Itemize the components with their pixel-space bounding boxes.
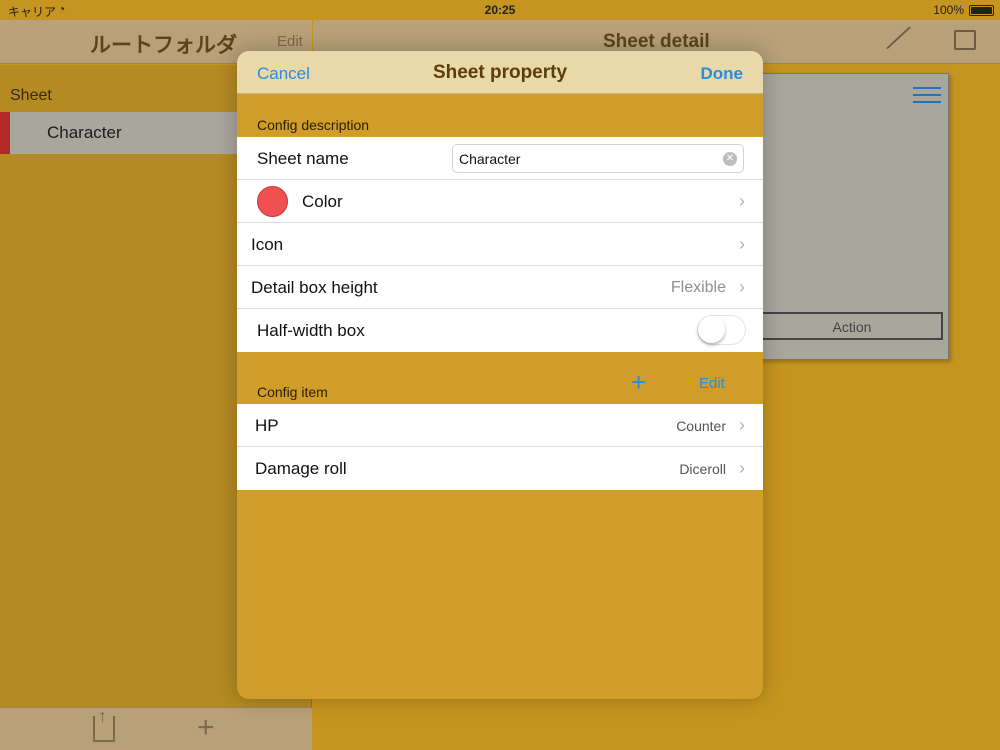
chevron-right-icon: › (739, 415, 745, 435)
done-button[interactable]: Done (701, 64, 744, 84)
status-bar: キャリア ◔ 20:25 100% (0, 0, 1000, 20)
folder-title: ルートフォルダ (90, 34, 237, 57)
sheet-section-header: Sheet (10, 87, 52, 104)
chevron-right-icon: › (739, 277, 745, 297)
detail-box-height-label: Detail box height (251, 278, 378, 297)
add-icon[interactable]: + (197, 711, 215, 745)
config-item-type: Counter (676, 418, 726, 434)
config-item-row[interactable]: Damage roll Diceroll › (237, 447, 763, 490)
left-edit-button[interactable]: Edit (277, 33, 303, 50)
sheet-name-label: Sheet name (257, 149, 349, 168)
config-description-group: Sheet name ✕ Color › Icon › Detail box h… (237, 137, 763, 352)
battery-icon (969, 5, 994, 16)
icon-label: Icon (251, 235, 284, 254)
battery-percent: 100% (933, 3, 964, 17)
icon-row[interactable]: Icon › (237, 223, 763, 266)
color-swatch (257, 186, 288, 217)
menu-icon[interactable] (913, 82, 941, 108)
pen-icon[interactable]: ╱ (886, 22, 910, 54)
sheet-property-modal: Cancel Sheet property Done Config descri… (237, 51, 763, 699)
left-toolbar: + (0, 706, 312, 750)
clipboard-icon[interactable] (954, 30, 976, 50)
modal-title: Sheet property (432, 62, 568, 83)
clock: 20:25 (484, 3, 516, 17)
share-icon[interactable] (93, 706, 115, 742)
sheet-name-input[interactable] (452, 144, 744, 173)
modal-header: Cancel Sheet property Done (237, 51, 763, 94)
config-description-header: Config description (257, 117, 370, 133)
half-width-toggle[interactable] (697, 315, 746, 345)
edit-config-items-button[interactable]: Edit (699, 375, 725, 392)
config-item-label: Damage roll (255, 459, 347, 478)
half-width-row: Half-width box (237, 309, 763, 352)
detail-box-height-row[interactable]: Detail box height Flexible › (237, 266, 763, 309)
action-button[interactable]: Action (761, 312, 943, 340)
clear-icon[interactable]: ✕ (723, 152, 737, 166)
chevron-right-icon: › (739, 191, 745, 211)
detail-box-height-value: Flexible (670, 279, 726, 296)
color-row[interactable]: Color › (237, 180, 763, 223)
color-label: Color (302, 192, 343, 211)
sheet-name-row: Sheet name ✕ (237, 137, 763, 180)
sheet-color-stripe (0, 112, 10, 154)
config-item-header: Config item (257, 384, 328, 400)
add-config-item-button[interactable]: + (631, 367, 646, 398)
half-width-label: Half-width box (257, 321, 365, 340)
sheet-item-label: Character (47, 123, 122, 142)
chevron-right-icon: › (739, 458, 745, 478)
config-item-row[interactable]: HP Counter › (237, 404, 763, 447)
detail-title: Sheet detail (603, 31, 710, 52)
config-item-type: Diceroll (679, 461, 726, 477)
config-item-label: HP (255, 416, 279, 435)
config-item-group: HP Counter › Damage roll Diceroll › (237, 404, 763, 490)
chevron-right-icon: › (739, 234, 745, 254)
